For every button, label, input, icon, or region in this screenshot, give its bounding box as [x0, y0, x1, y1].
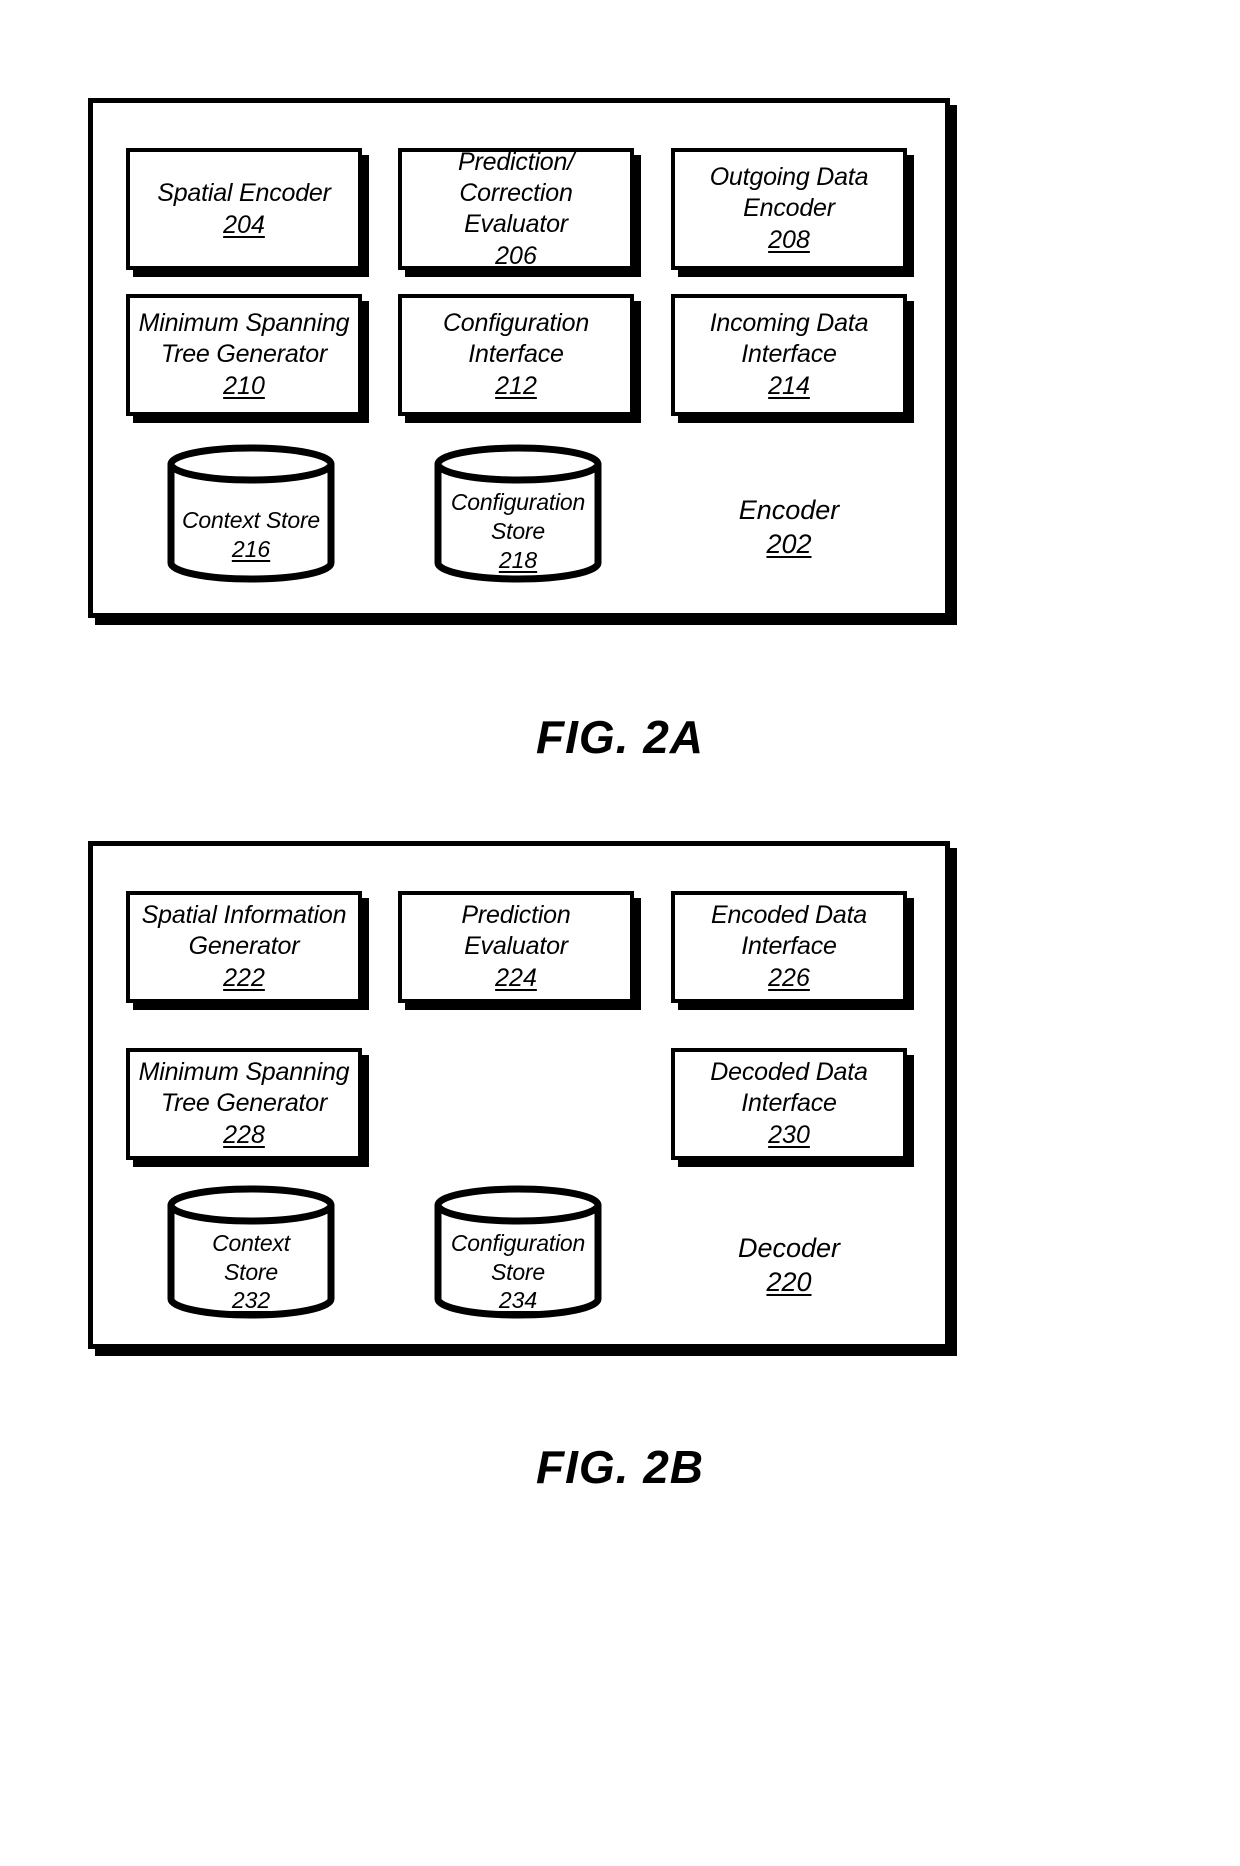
datastore-number: 216 [231, 536, 271, 562]
figure-2b-caption: FIG. 2B [535, 1441, 705, 1493]
module-number: 208 [768, 226, 810, 254]
module-number: 228 [223, 1121, 265, 1149]
module-outgoing-data-encoder[interactable]: Outgoing Data Encoder 208 [671, 148, 907, 270]
decoder-number: 220 [766, 1267, 812, 1297]
module-encoded-data-interface[interactable]: Encoded Data Interface 226 [671, 891, 907, 1003]
module-decoded-data-interface[interactable]: Decoded Data Interface 230 [671, 1048, 907, 1160]
datastore-label: Context Store [181, 507, 321, 533]
figure-2a-caption: FIG. 2A [535, 711, 705, 763]
module-spatial-encoder[interactable]: Spatial Encoder 204 [126, 148, 362, 270]
module-label: Encoded Data Interface [710, 901, 868, 960]
patent-figure-sheet: Spatial Encoder 204 Prediction/ Correcti… [0, 0, 1240, 1866]
module-spatial-information-generator[interactable]: Spatial Information Generator 222 [126, 891, 362, 1003]
datastore-label: Configuration Store [450, 1230, 586, 1285]
decoder-title-block: Decoder 220 [671, 1231, 907, 1299]
datastore-context-store[interactable]: Context Store 216 [166, 444, 336, 583]
module-label: Minimum Spanning Tree Generator [138, 1058, 350, 1117]
encoder-number: 202 [766, 529, 812, 559]
module-minimum-spanning-tree-generator[interactable]: Minimum Spanning Tree Generator 210 [126, 294, 362, 416]
module-incoming-data-interface[interactable]: Incoming Data Interface 214 [671, 294, 907, 416]
module-configuration-interface[interactable]: Configuration Interface 212 [398, 294, 634, 416]
module-prediction-correction-evaluator[interactable]: Prediction/ Correction Evaluator 206 [398, 148, 634, 270]
module-number: 214 [768, 372, 810, 400]
datastore-configuration-store[interactable]: Configuration Store 234 [433, 1185, 603, 1319]
module-label: Decoded Data Interface [710, 1058, 868, 1117]
module-number: 204 [223, 210, 265, 239]
datastore-number: 232 [231, 1287, 271, 1313]
datastore-number: 234 [498, 1287, 538, 1313]
module-prediction-evaluator[interactable]: Prediction Evaluator 224 [398, 891, 634, 1003]
module-number: 226 [768, 964, 810, 992]
module-number: 222 [223, 964, 265, 992]
module-label: Prediction/ Correction Evaluator [458, 147, 574, 238]
module-label: Prediction Evaluator [461, 901, 571, 960]
module-label: Incoming Data Interface [709, 309, 869, 368]
figure-2a: Spatial Encoder 204 Prediction/ Correcti… [88, 98, 950, 618]
figure-2b: Spatial Information Generator 222 Predic… [88, 841, 950, 1349]
module-label: Spatial Encoder [157, 178, 331, 207]
module-label: Minimum Spanning Tree Generator [138, 309, 350, 368]
encoder-title: Encoder [738, 495, 840, 525]
datastore-number: 218 [498, 547, 538, 573]
module-label: Outgoing Data Encoder [709, 163, 869, 222]
datastore-configuration-store[interactable]: Configuration Store 218 [433, 444, 603, 583]
module-number: 224 [495, 964, 537, 992]
module-number: 230 [768, 1121, 810, 1149]
module-number: 206 [495, 241, 537, 270]
encoder-title-block: Encoder 202 [671, 493, 907, 561]
datastore-label: Context Store [212, 1230, 290, 1285]
datastore-context-store[interactable]: Context Store 232 [166, 1185, 336, 1319]
decoder-title: Decoder [737, 1233, 841, 1263]
module-label: Spatial Information Generator [141, 901, 347, 960]
module-label: Configuration Interface [442, 309, 590, 368]
module-minimum-spanning-tree-generator[interactable]: Minimum Spanning Tree Generator 228 [126, 1048, 362, 1160]
module-number: 210 [223, 372, 265, 400]
datastore-label: Configuration Store [450, 489, 586, 544]
module-number: 212 [495, 372, 537, 400]
